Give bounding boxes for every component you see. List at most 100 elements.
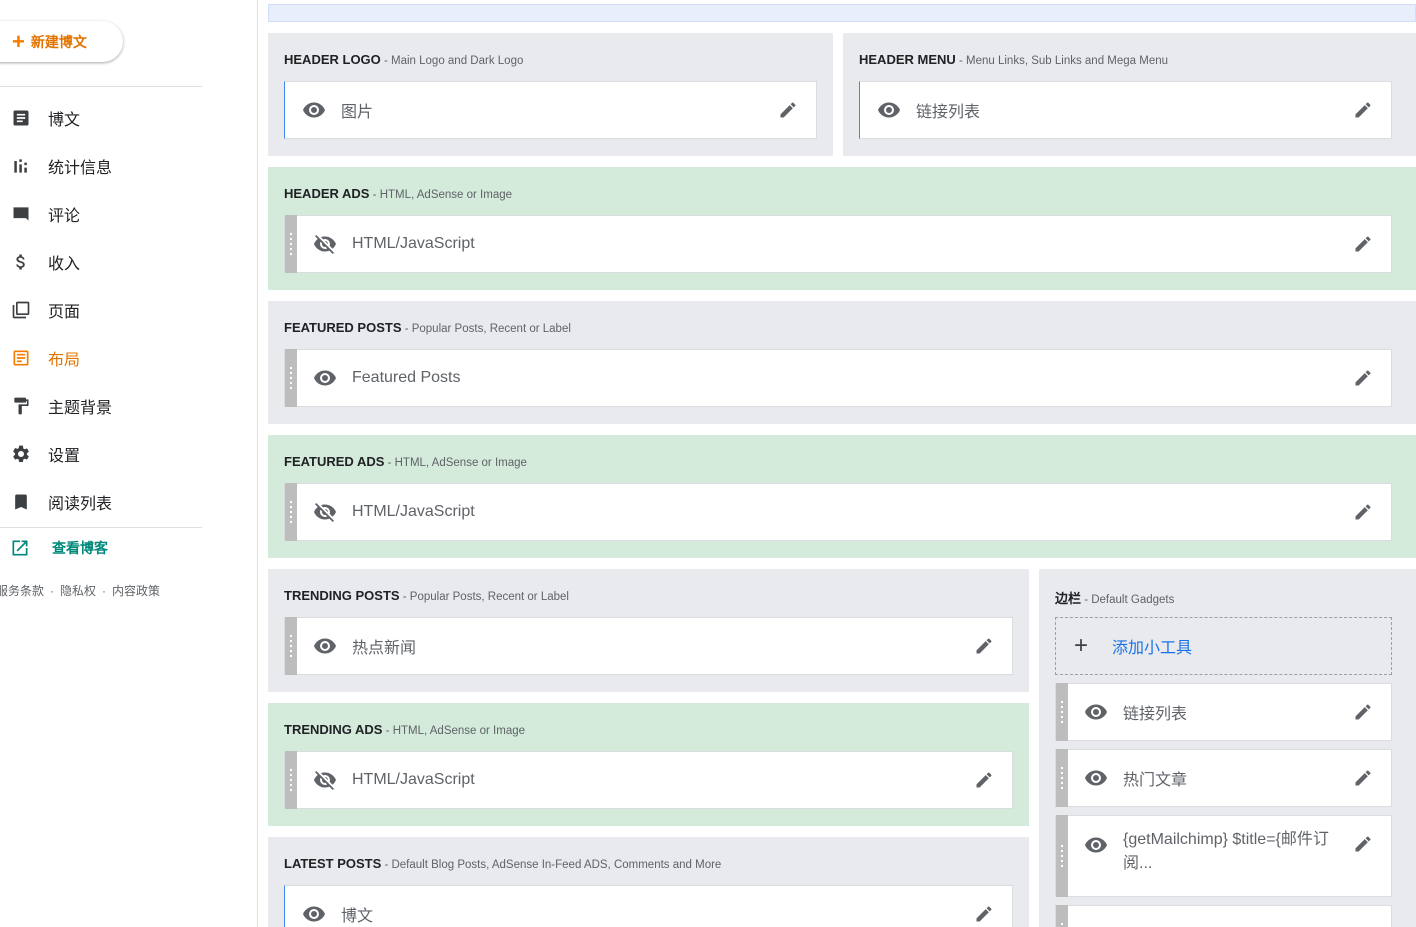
widget-popular-posts: 热门文章 <box>1055 749 1392 807</box>
terms-link[interactable]: 服务条款 <box>0 584 44 598</box>
pencil-icon[interactable] <box>1353 100 1373 120</box>
plus-icon: + <box>1074 632 1089 659</box>
section-title: FEATURED POSTS - Popular Posts, Recent o… <box>284 320 571 335</box>
nav-item-stats[interactable]: 统计信息 <box>0 142 210 190</box>
pencil-icon[interactable] <box>974 636 994 656</box>
drag-handle[interactable] <box>1056 683 1068 741</box>
widget-mailchimp: {getMailchimp} $title={邮件订阅... <box>1055 815 1392 897</box>
eye-off-icon[interactable] <box>313 768 337 792</box>
nav-item-settings[interactable]: 设置 <box>0 430 210 478</box>
eye-icon[interactable] <box>313 366 337 390</box>
top-section-strip <box>268 4 1416 22</box>
widget-name: 热门文章 <box>1123 772 1188 789</box>
privacy-link[interactable]: 隐私权 <box>60 584 96 598</box>
nav-item-theme[interactable]: 主题背景 <box>0 382 210 430</box>
widget-image: 图片 <box>284 81 817 139</box>
section-latest-posts: LATEST POSTS - Default Blog Posts, AdSen… <box>268 837 1029 927</box>
drag-handle[interactable] <box>285 483 297 541</box>
nav-label: 设置 <box>48 448 81 465</box>
section-sidebar-gadgets: 边栏 - Default Gadgets + 添加小工具 链接列表 热门文章 {… <box>1039 569 1416 927</box>
section-title: FEATURED ADS - HTML, AdSense or Image <box>284 454 527 469</box>
section-header-ads: HEADER ADS - HTML, AdSense or Image HTML… <box>268 167 1416 290</box>
section-title: HEADER MENU - Menu Links, Sub Links and … <box>859 52 1169 67</box>
nav-item-earnings[interactable]: 收入 <box>0 238 210 286</box>
add-gadget-button[interactable]: + 添加小工具 <box>1055 617 1392 675</box>
posts-icon <box>10 107 32 129</box>
earnings-icon <box>10 251 32 273</box>
pencil-icon[interactable] <box>1353 234 1373 254</box>
nav-item-reading-list[interactable]: 阅读列表 <box>0 478 210 526</box>
divider <box>0 86 202 87</box>
view-blog-link[interactable]: 查看博客 <box>10 538 108 558</box>
widget-html-javascript: HTML/JavaScript <box>284 751 1013 809</box>
widget-partial <box>1055 905 1392 927</box>
eye-icon[interactable] <box>302 98 326 122</box>
nav-label: 收入 <box>48 256 81 273</box>
eye-off-icon[interactable] <box>313 500 337 524</box>
separator: · <box>50 584 55 598</box>
content-policy-link[interactable]: 内容政策 <box>112 584 160 598</box>
comments-icon <box>10 203 32 225</box>
open-external-icon <box>12 540 28 556</box>
pencil-icon[interactable] <box>1353 368 1373 388</box>
nav-item-layout[interactable]: 布局 <box>0 334 210 382</box>
eye-off-icon[interactable] <box>313 232 337 256</box>
eye-icon[interactable] <box>302 902 326 926</box>
nav-label: 博文 <box>48 112 81 129</box>
drag-handle[interactable] <box>1056 749 1068 807</box>
widget-name: 热点新闻 <box>352 640 417 657</box>
eye-icon[interactable] <box>1084 833 1108 857</box>
eye-icon[interactable] <box>313 634 337 658</box>
drag-handle[interactable] <box>285 617 297 675</box>
pencil-icon[interactable] <box>1353 768 1373 788</box>
bookmark-icon <box>10 491 32 513</box>
section-trending-ads: TRENDING ADS - HTML, AdSense or Image HT… <box>268 703 1029 826</box>
widget-featured-posts: Featured Posts <box>284 349 1392 407</box>
layout-icon <box>10 347 32 369</box>
pencil-icon[interactable] <box>1353 502 1373 522</box>
nav-item-posts[interactable]: 博文 <box>0 94 210 142</box>
section-title: HEADER ADS - HTML, AdSense or Image <box>284 186 513 201</box>
eye-icon[interactable] <box>877 98 901 122</box>
widget-name: HTML/JavaScript <box>352 235 475 252</box>
separator: · <box>102 584 107 598</box>
stats-icon <box>10 155 32 177</box>
nav-item-comments[interactable]: 评论 <box>0 190 210 238</box>
drag-handle[interactable] <box>1056 815 1068 897</box>
pencil-icon[interactable] <box>1353 702 1373 722</box>
pencil-icon[interactable] <box>974 904 994 924</box>
divider <box>0 527 202 528</box>
widget-name: 链接列表 <box>1123 706 1188 723</box>
pencil-icon[interactable] <box>778 100 798 120</box>
widget-name: 博文 <box>341 908 374 925</box>
drag-handle[interactable] <box>285 349 297 407</box>
eye-icon[interactable] <box>1084 766 1108 790</box>
widget-html-javascript: HTML/JavaScript <box>284 215 1392 273</box>
drag-handle[interactable] <box>1056 905 1068 927</box>
drag-handle[interactable] <box>285 751 297 809</box>
widget-name: 图片 <box>341 104 374 121</box>
widget-name: 链接列表 <box>916 104 981 121</box>
view-blog-label: 查看博客 <box>52 540 108 556</box>
widget-blog-posts: 博文 <box>284 885 1013 927</box>
eye-icon[interactable] <box>1084 700 1108 724</box>
nav-label: 统计信息 <box>48 160 113 177</box>
plus-icon: + <box>12 28 25 54</box>
nav-label: 评论 <box>48 208 81 225</box>
nav-item-pages[interactable]: 页面 <box>0 286 210 334</box>
section-title: TRENDING ADS - HTML, AdSense or Image <box>284 722 526 737</box>
sidebar-nav: 博文 统计信息 评论 收入 页面 布局 主题背景 设置 阅读列表 <box>0 94 210 526</box>
settings-icon <box>10 443 32 465</box>
section-trending-posts: TRENDING POSTS - Popular Posts, Recent o… <box>268 569 1029 692</box>
drag-handle[interactable] <box>285 215 297 273</box>
widget-hot-news: 热点新闻 <box>284 617 1013 675</box>
new-post-button[interactable]: + 新建博文 <box>0 21 123 62</box>
widget-html-javascript: HTML/JavaScript <box>284 483 1392 541</box>
section-title: TRENDING POSTS - Popular Posts, Recent o… <box>284 588 569 603</box>
section-header-logo: HEADER LOGO - Main Logo and Dark Logo 图片 <box>268 33 833 156</box>
section-title: 边栏 - Default Gadgets <box>1055 591 1175 606</box>
pencil-icon[interactable] <box>974 770 994 790</box>
widget-name: HTML/JavaScript <box>352 503 475 520</box>
section-title: HEADER LOGO - Main Logo and Dark Logo <box>284 52 524 67</box>
pencil-icon[interactable] <box>1353 834 1373 854</box>
